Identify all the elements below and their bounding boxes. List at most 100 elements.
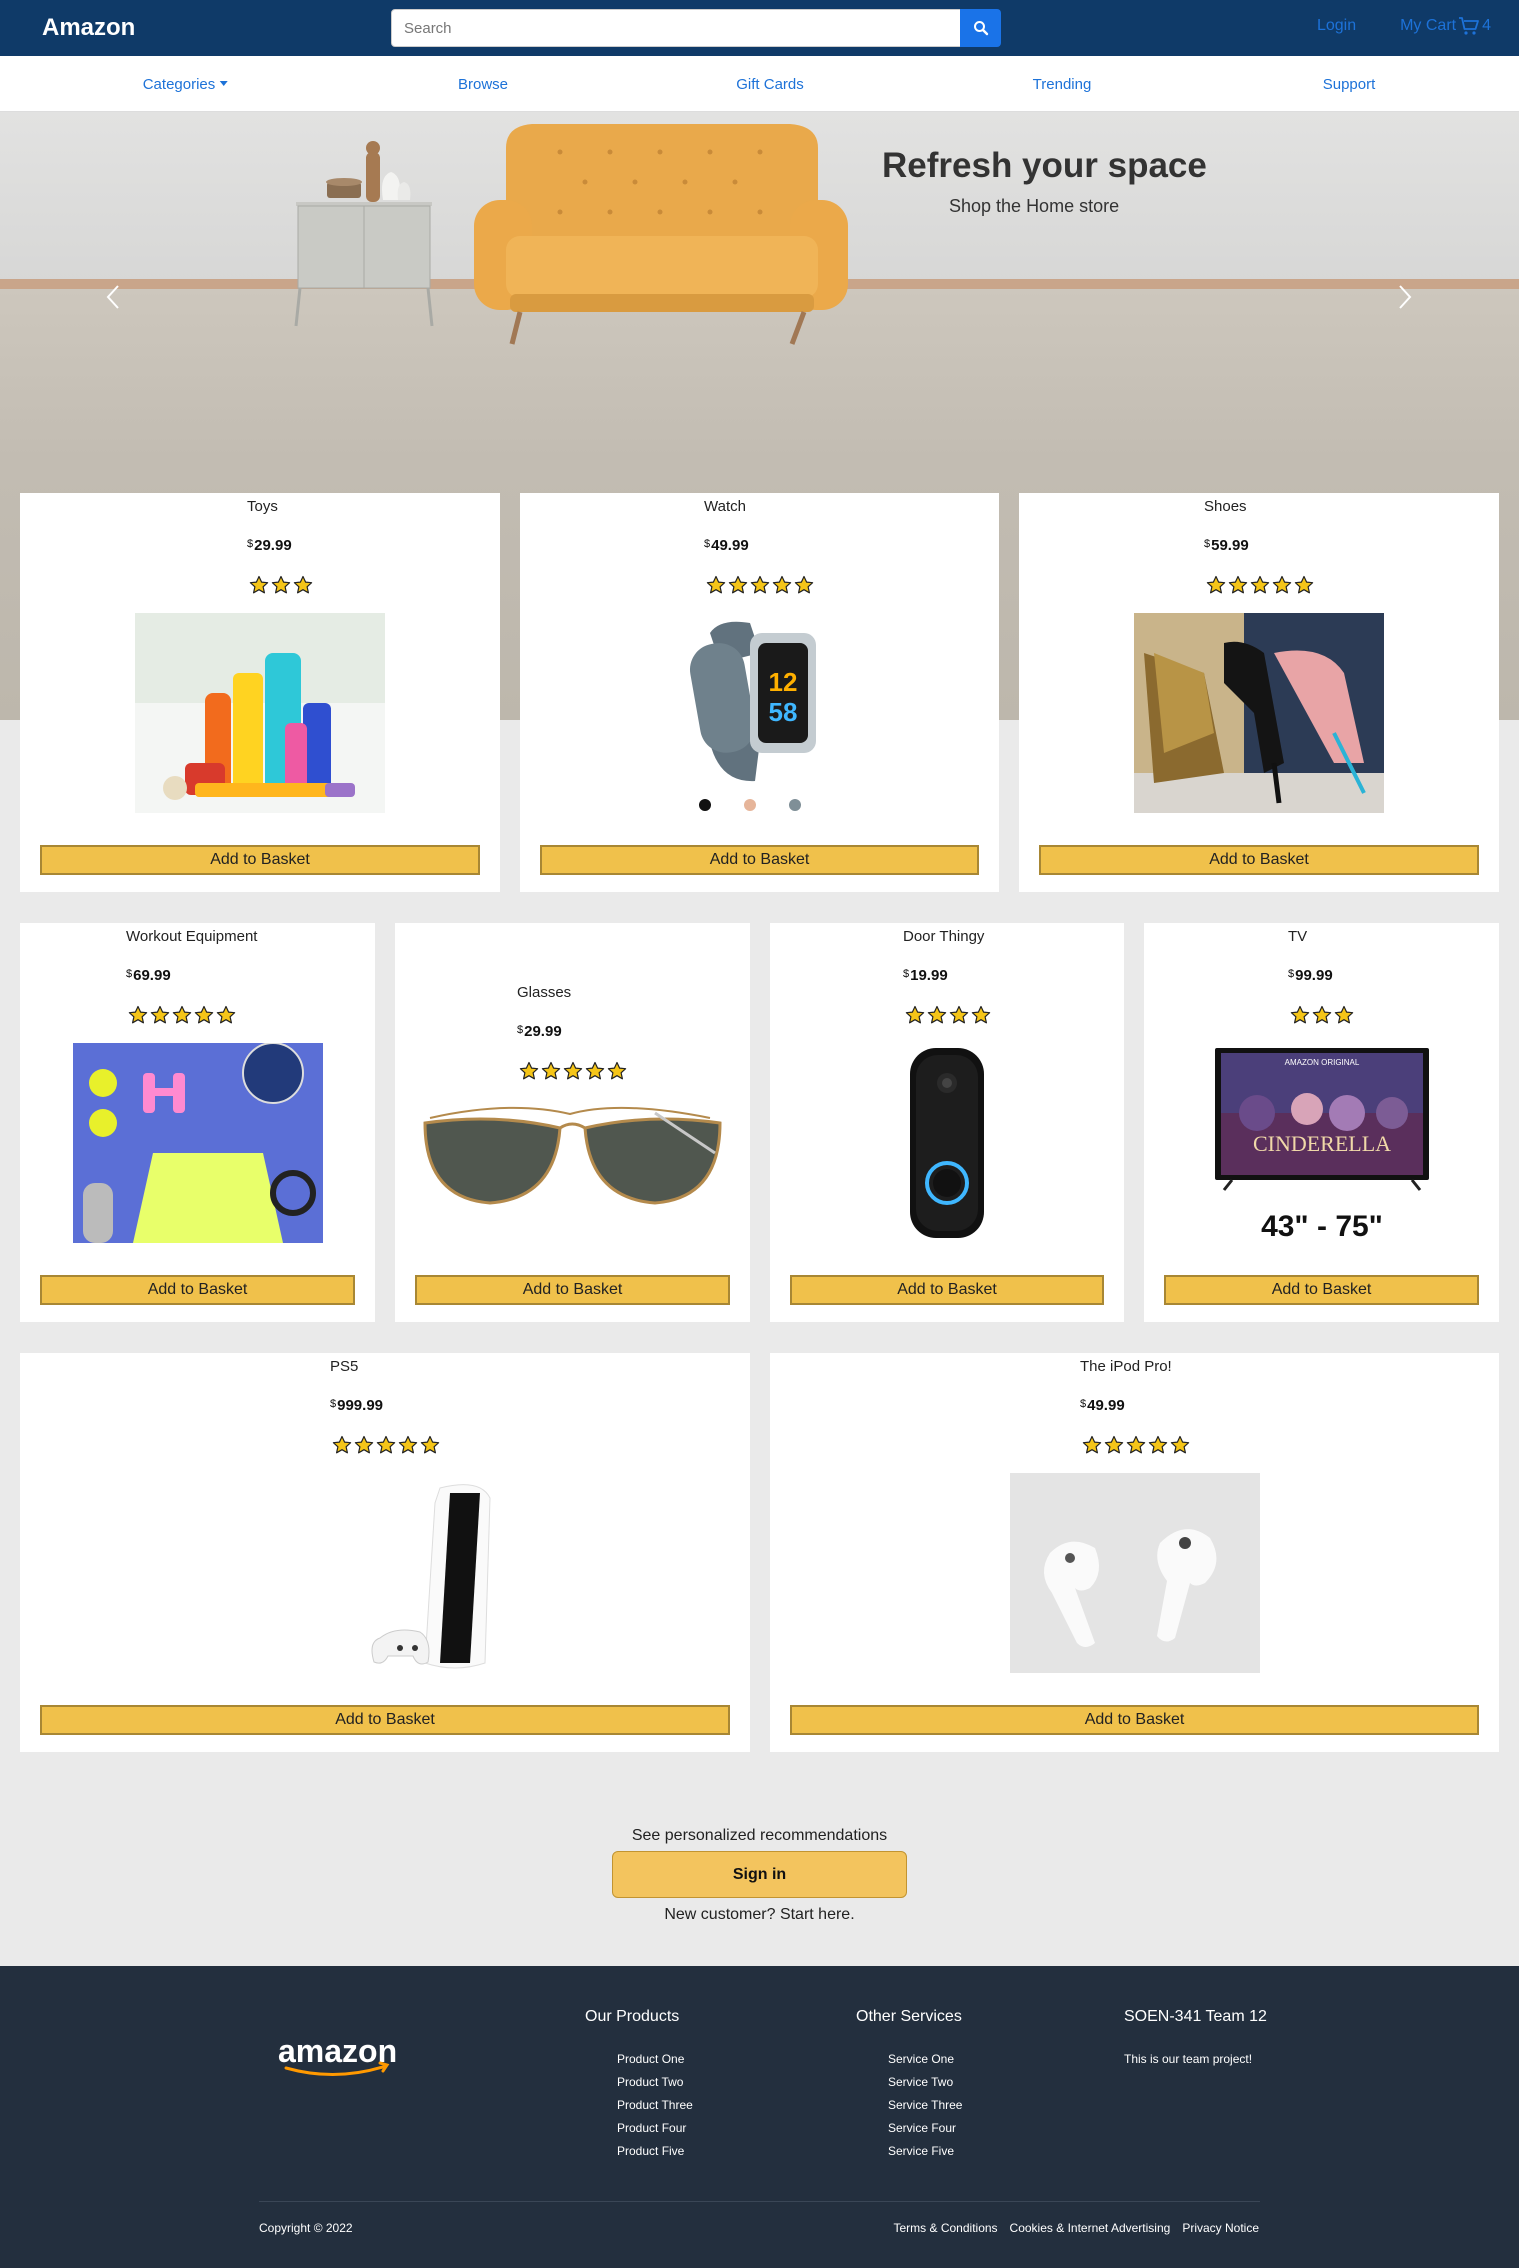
price-value: 29.99 bbox=[524, 1023, 562, 1040]
star-icon bbox=[376, 1435, 396, 1454]
product-title[interactable]: Watch bbox=[704, 498, 746, 515]
product-price: $29.99 bbox=[247, 537, 292, 554]
add-to-basket-button[interactable]: Add to Basket bbox=[1164, 1275, 1479, 1305]
product-image-cleaning-products[interactable] bbox=[135, 613, 385, 813]
star-icon bbox=[150, 1005, 170, 1024]
product-image-fitness-watch[interactable]: 12 58 bbox=[680, 613, 840, 813]
product-card-ps5[interactable]: PS5 $999.99 Add to Basket bbox=[20, 1353, 750, 1752]
footer-link[interactable]: Product One bbox=[617, 2052, 693, 2075]
star-icon bbox=[1312, 1005, 1332, 1024]
product-card-tv[interactable]: TV $99.99 AMAZON ORIGINAL CINDERELLA 43"… bbox=[1144, 923, 1499, 1322]
product-title[interactable]: Glasses bbox=[517, 984, 571, 1001]
login-link[interactable]: Login bbox=[1317, 17, 1356, 35]
carousel-next-icon[interactable] bbox=[1390, 272, 1420, 322]
product-title[interactable]: Door Thingy bbox=[903, 928, 984, 945]
product-title[interactable]: Shoes bbox=[1204, 498, 1247, 515]
add-to-basket-button[interactable]: Add to Basket bbox=[790, 1275, 1104, 1305]
product-price: $49.99 bbox=[704, 537, 749, 554]
product-title[interactable]: Toys bbox=[247, 498, 278, 515]
product-image-game-console[interactable] bbox=[290, 1473, 540, 1673]
add-to-basket-button[interactable]: Add to Basket bbox=[40, 1705, 730, 1735]
product-card-watch[interactable]: Watch $49.99 12 58 Add to Basket bbox=[520, 493, 999, 892]
copyright: Copyright © 2022 bbox=[259, 2221, 353, 2235]
product-title[interactable]: TV bbox=[1288, 928, 1307, 945]
svg-text:12: 12 bbox=[769, 667, 798, 697]
add-to-basket-button[interactable]: Add to Basket bbox=[40, 1275, 355, 1305]
rating-stars bbox=[332, 1435, 440, 1455]
nav-right: Login My Cart 4 bbox=[1317, 16, 1491, 36]
footer-link[interactable]: Product Five bbox=[617, 2144, 693, 2167]
terms-link[interactable]: Terms & Conditions bbox=[894, 2221, 998, 2235]
star-icon bbox=[1126, 1435, 1146, 1454]
product-card-shoes[interactable]: Shoes $59.99 Add to Basket bbox=[1019, 493, 1499, 892]
star-icon bbox=[541, 1061, 561, 1080]
hero-subtitle[interactable]: Shop the Home store bbox=[949, 196, 1119, 217]
top-navbar: Amazon Login My Cart 4 bbox=[0, 0, 1519, 56]
svg-text:43" - 75": 43" - 75" bbox=[1261, 1210, 1383, 1243]
star-icon bbox=[420, 1435, 440, 1454]
nav-browse[interactable]: Browse bbox=[458, 76, 508, 93]
cookies-link[interactable]: Cookies & Internet Advertising bbox=[1010, 2221, 1171, 2235]
star-icon bbox=[332, 1435, 352, 1454]
rating-stars bbox=[519, 1061, 627, 1081]
product-title[interactable]: The iPod Pro! bbox=[1080, 1358, 1172, 1375]
new-customer-link[interactable]: New customer? Start here. bbox=[0, 1906, 1519, 1924]
star-icon bbox=[585, 1061, 605, 1080]
product-card-workout-equipment[interactable]: Workout Equipment $69.99 Add to Basket bbox=[20, 923, 375, 1322]
brand-logo[interactable]: Amazon bbox=[42, 14, 135, 42]
product-card-toys[interactable]: Toys $29.99 Add to Basket bbox=[20, 493, 500, 892]
product-image-high-heel-shoes[interactable] bbox=[1134, 613, 1384, 813]
price-value: 29.99 bbox=[254, 537, 292, 554]
star-icon bbox=[971, 1005, 991, 1024]
footer-link[interactable]: Product Two bbox=[617, 2075, 693, 2098]
star-icon bbox=[249, 575, 269, 594]
search-input[interactable] bbox=[391, 9, 961, 47]
sign-in-button[interactable]: Sign in bbox=[612, 1851, 907, 1898]
amazon-logo[interactable]: amazon bbox=[278, 2034, 408, 2078]
product-card-glasses[interactable]: Glasses $29.99 Add to Basket bbox=[395, 923, 750, 1322]
product-title[interactable]: Workout Equipment bbox=[126, 928, 257, 945]
add-to-basket-button[interactable]: Add to Basket bbox=[40, 845, 480, 875]
footer-divider bbox=[259, 2201, 1260, 2202]
search-icon bbox=[973, 21, 988, 36]
star-icon bbox=[398, 1435, 418, 1454]
nav-categories[interactable]: Categories bbox=[143, 76, 228, 93]
carousel-prev-icon[interactable] bbox=[98, 272, 128, 322]
privacy-link[interactable]: Privacy Notice bbox=[1182, 2221, 1259, 2235]
currency-symbol: $ bbox=[1288, 968, 1295, 980]
product-image-workout-gear[interactable] bbox=[73, 1043, 323, 1243]
nav-trending[interactable]: Trending bbox=[1033, 76, 1092, 93]
product-title[interactable]: PS5 bbox=[330, 1358, 358, 1375]
product-image-television[interactable]: AMAZON ORIGINAL CINDERELLA 43" - 75" bbox=[1197, 1043, 1447, 1243]
footer-link[interactable]: Service Five bbox=[888, 2144, 962, 2167]
nav-gift-cards[interactable]: Gift Cards bbox=[736, 76, 804, 93]
nav-support[interactable]: Support bbox=[1323, 76, 1376, 93]
product-price: $19.99 bbox=[903, 967, 948, 984]
currency-symbol: $ bbox=[126, 968, 133, 980]
currency-symbol: $ bbox=[704, 538, 711, 550]
footer-link[interactable]: Service Four bbox=[888, 2121, 962, 2144]
footer-services-title: Other Services bbox=[856, 2008, 962, 2025]
add-to-basket-button[interactable]: Add to Basket bbox=[540, 845, 979, 875]
star-icon bbox=[1206, 575, 1226, 594]
product-price: $59.99 bbox=[1204, 537, 1249, 554]
add-to-basket-button[interactable]: Add to Basket bbox=[415, 1275, 730, 1305]
footer-link[interactable]: Service One bbox=[888, 2052, 962, 2075]
product-card-door-thingy[interactable]: Door Thingy $19.99 Add to Basket bbox=[770, 923, 1124, 1322]
footer-link[interactable]: Product Three bbox=[617, 2098, 693, 2121]
cart-link[interactable]: My Cart 4 bbox=[1400, 16, 1491, 36]
add-to-basket-button[interactable]: Add to Basket bbox=[1039, 845, 1479, 875]
add-to-basket-button[interactable]: Add to Basket bbox=[790, 1705, 1479, 1735]
footer-link[interactable]: Product Four bbox=[617, 2121, 693, 2144]
footer-link[interactable]: Service Two bbox=[888, 2075, 962, 2098]
footer-link[interactable]: Service Three bbox=[888, 2098, 962, 2121]
star-icon bbox=[750, 575, 770, 594]
product-image-aviator-sunglasses[interactable] bbox=[415, 1093, 730, 1243]
product-image-video-doorbell[interactable] bbox=[872, 1043, 1022, 1243]
price-value: 999.99 bbox=[337, 1397, 384, 1414]
product-card-the-ipod-pro[interactable]: The iPod Pro! $49.99 Add to Basket bbox=[770, 1353, 1499, 1752]
search-button[interactable] bbox=[960, 9, 1001, 47]
product-image-wireless-earbuds[interactable] bbox=[1010, 1473, 1260, 1673]
currency-symbol: $ bbox=[330, 1398, 337, 1410]
star-icon bbox=[706, 575, 726, 594]
